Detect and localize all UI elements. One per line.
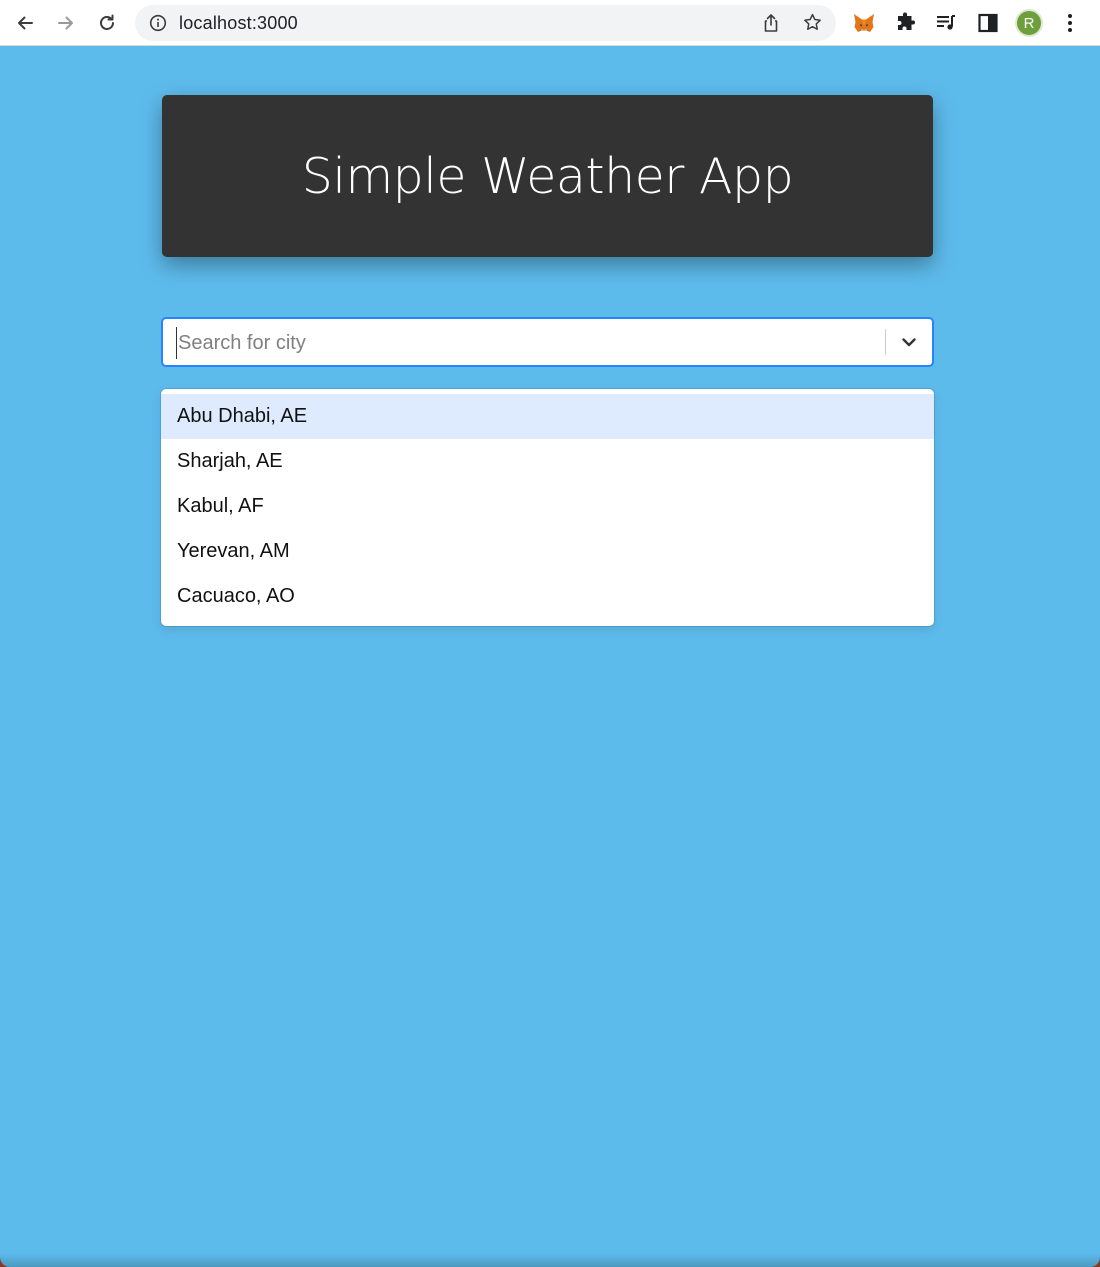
chevron-down-icon[interactable]: [899, 332, 919, 352]
address-bar[interactable]: localhost:3000: [135, 5, 836, 41]
window-bottom-edge: [0, 1253, 1100, 1267]
back-button[interactable]: [10, 8, 40, 38]
forward-button[interactable]: [51, 8, 81, 38]
share-icon[interactable]: [761, 13, 781, 33]
url-text[interactable]: localhost:3000: [179, 13, 298, 34]
search-input[interactable]: [176, 327, 870, 359]
profile-initial: R: [1023, 14, 1035, 32]
dropdown-option[interactable]: Abu Dhabi, AE: [161, 394, 934, 439]
forward-icon: [58, 16, 73, 30]
city-search-select[interactable]: [161, 317, 934, 367]
browser-window: localhost:3000 R Simple Weather App Abu …: [0, 0, 1100, 1267]
browser-toolbar: localhost:3000 R: [0, 0, 1100, 46]
side-panel-icon[interactable]: [976, 11, 1000, 35]
profile-avatar[interactable]: R: [1015, 9, 1043, 37]
media-queue-icon[interactable]: [934, 11, 958, 35]
dropdown-option[interactable]: Kabul, AF: [161, 484, 934, 529]
metamask-fox-icon[interactable]: [852, 11, 876, 35]
bookmark-star-icon[interactable]: [802, 12, 823, 33]
app-header: Simple Weather App: [162, 95, 933, 257]
city-dropdown-menu: Abu Dhabi, AE Sharjah, AE Kabul, AF Yere…: [161, 389, 934, 626]
app-title: Simple Weather App: [301, 147, 794, 205]
dropdown-option[interactable]: Sharjah, AE: [161, 439, 934, 484]
site-info-icon[interactable]: [149, 14, 167, 32]
reload-button[interactable]: [92, 8, 122, 38]
back-icon: [18, 16, 33, 30]
more-menu-icon[interactable]: [1060, 11, 1080, 35]
indicator-separator: [885, 329, 886, 355]
extensions-puzzle-icon[interactable]: [894, 11, 918, 35]
reload-icon: [100, 14, 114, 30]
dropdown-option[interactable]: Yerevan, AM: [161, 529, 934, 574]
dropdown-option[interactable]: Cacuaco, AO: [161, 574, 934, 619]
